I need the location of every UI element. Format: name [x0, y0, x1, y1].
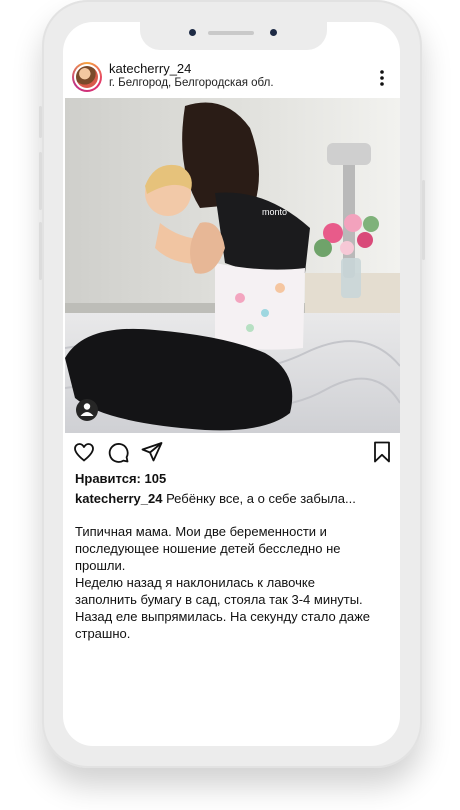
phone-side-button — [422, 180, 425, 260]
send-icon[interactable] — [140, 440, 164, 464]
phone-side-button — [39, 106, 42, 138]
post-body-line: заполнить бумагу в сад, стояла так 3-4 м… — [75, 592, 363, 607]
bookmark-icon[interactable] — [370, 440, 394, 464]
post-body-line: Неделю назад я наклонилась к лавочке — [75, 575, 315, 590]
avatar-image — [76, 66, 98, 88]
photo-illustration: monto — [65, 98, 400, 433]
post-photo[interactable]: monto — [65, 98, 400, 433]
post-body: Типичная мама. Мои две беременности и по… — [75, 523, 395, 642]
post-body-line: прошли. — [75, 558, 126, 573]
post-header: katecherry_24 г. Белгород, Белгородская … — [72, 60, 397, 96]
post-body-line: Типичная мама. Мои две беременности и — [75, 524, 327, 539]
phone-speaker — [208, 31, 254, 35]
post-username[interactable]: katecherry_24 — [109, 61, 191, 76]
likes-count[interactable]: Нравится: 105 — [75, 471, 166, 486]
caption-text: Ребёнку все, а о себе забыла... — [162, 491, 356, 506]
post-location[interactable]: г. Белгород, Белгородская обл. — [109, 77, 274, 89]
heart-icon[interactable] — [72, 440, 96, 464]
post-actions — [72, 440, 394, 464]
caption-username[interactable]: katecherry_24 — [75, 491, 162, 506]
post-body-line: Назад еле выпрямилась. На секунду стало … — [75, 609, 371, 624]
photo-shirt-text: monto — [262, 207, 287, 217]
phone-side-button — [39, 222, 42, 280]
phone-side-button — [39, 152, 42, 210]
comment-icon[interactable] — [106, 440, 130, 464]
post-caption: katecherry_24 Ребёнку все, а о себе забы… — [75, 490, 395, 507]
more-vertical-icon[interactable] — [378, 68, 386, 88]
user-tag-icon[interactable] — [76, 399, 98, 421]
phone-camera — [189, 29, 196, 36]
avatar[interactable] — [72, 62, 102, 92]
phone-sensor — [270, 29, 277, 36]
post-body-line: страшно. — [75, 626, 131, 641]
post-body-line: последующее ношение детей бесследно не — [75, 541, 341, 556]
